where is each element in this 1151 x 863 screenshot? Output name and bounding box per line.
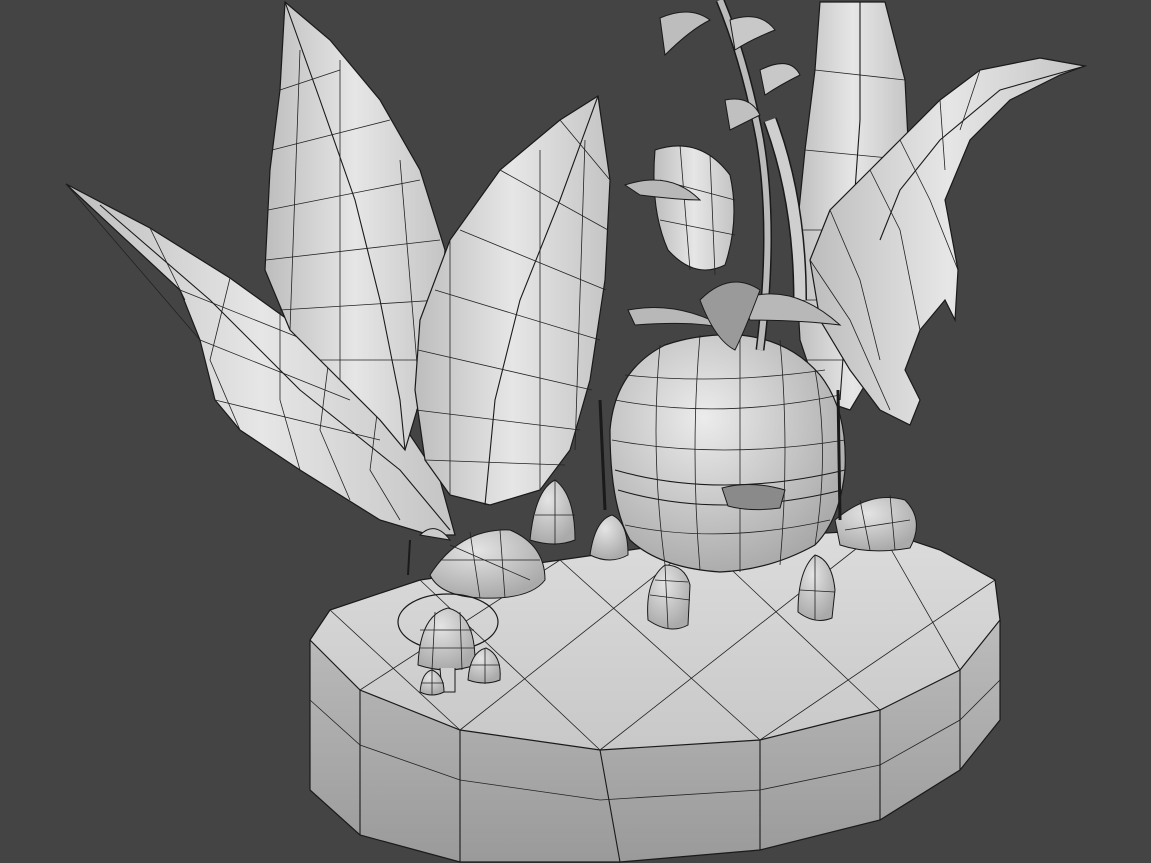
leaf-front-mid[interactable] [414, 94, 611, 506]
onion-house-body[interactable] [609, 334, 846, 573]
3d-viewport[interactable] [0, 0, 1151, 863]
viewport-scene[interactable] [0, 0, 1151, 863]
